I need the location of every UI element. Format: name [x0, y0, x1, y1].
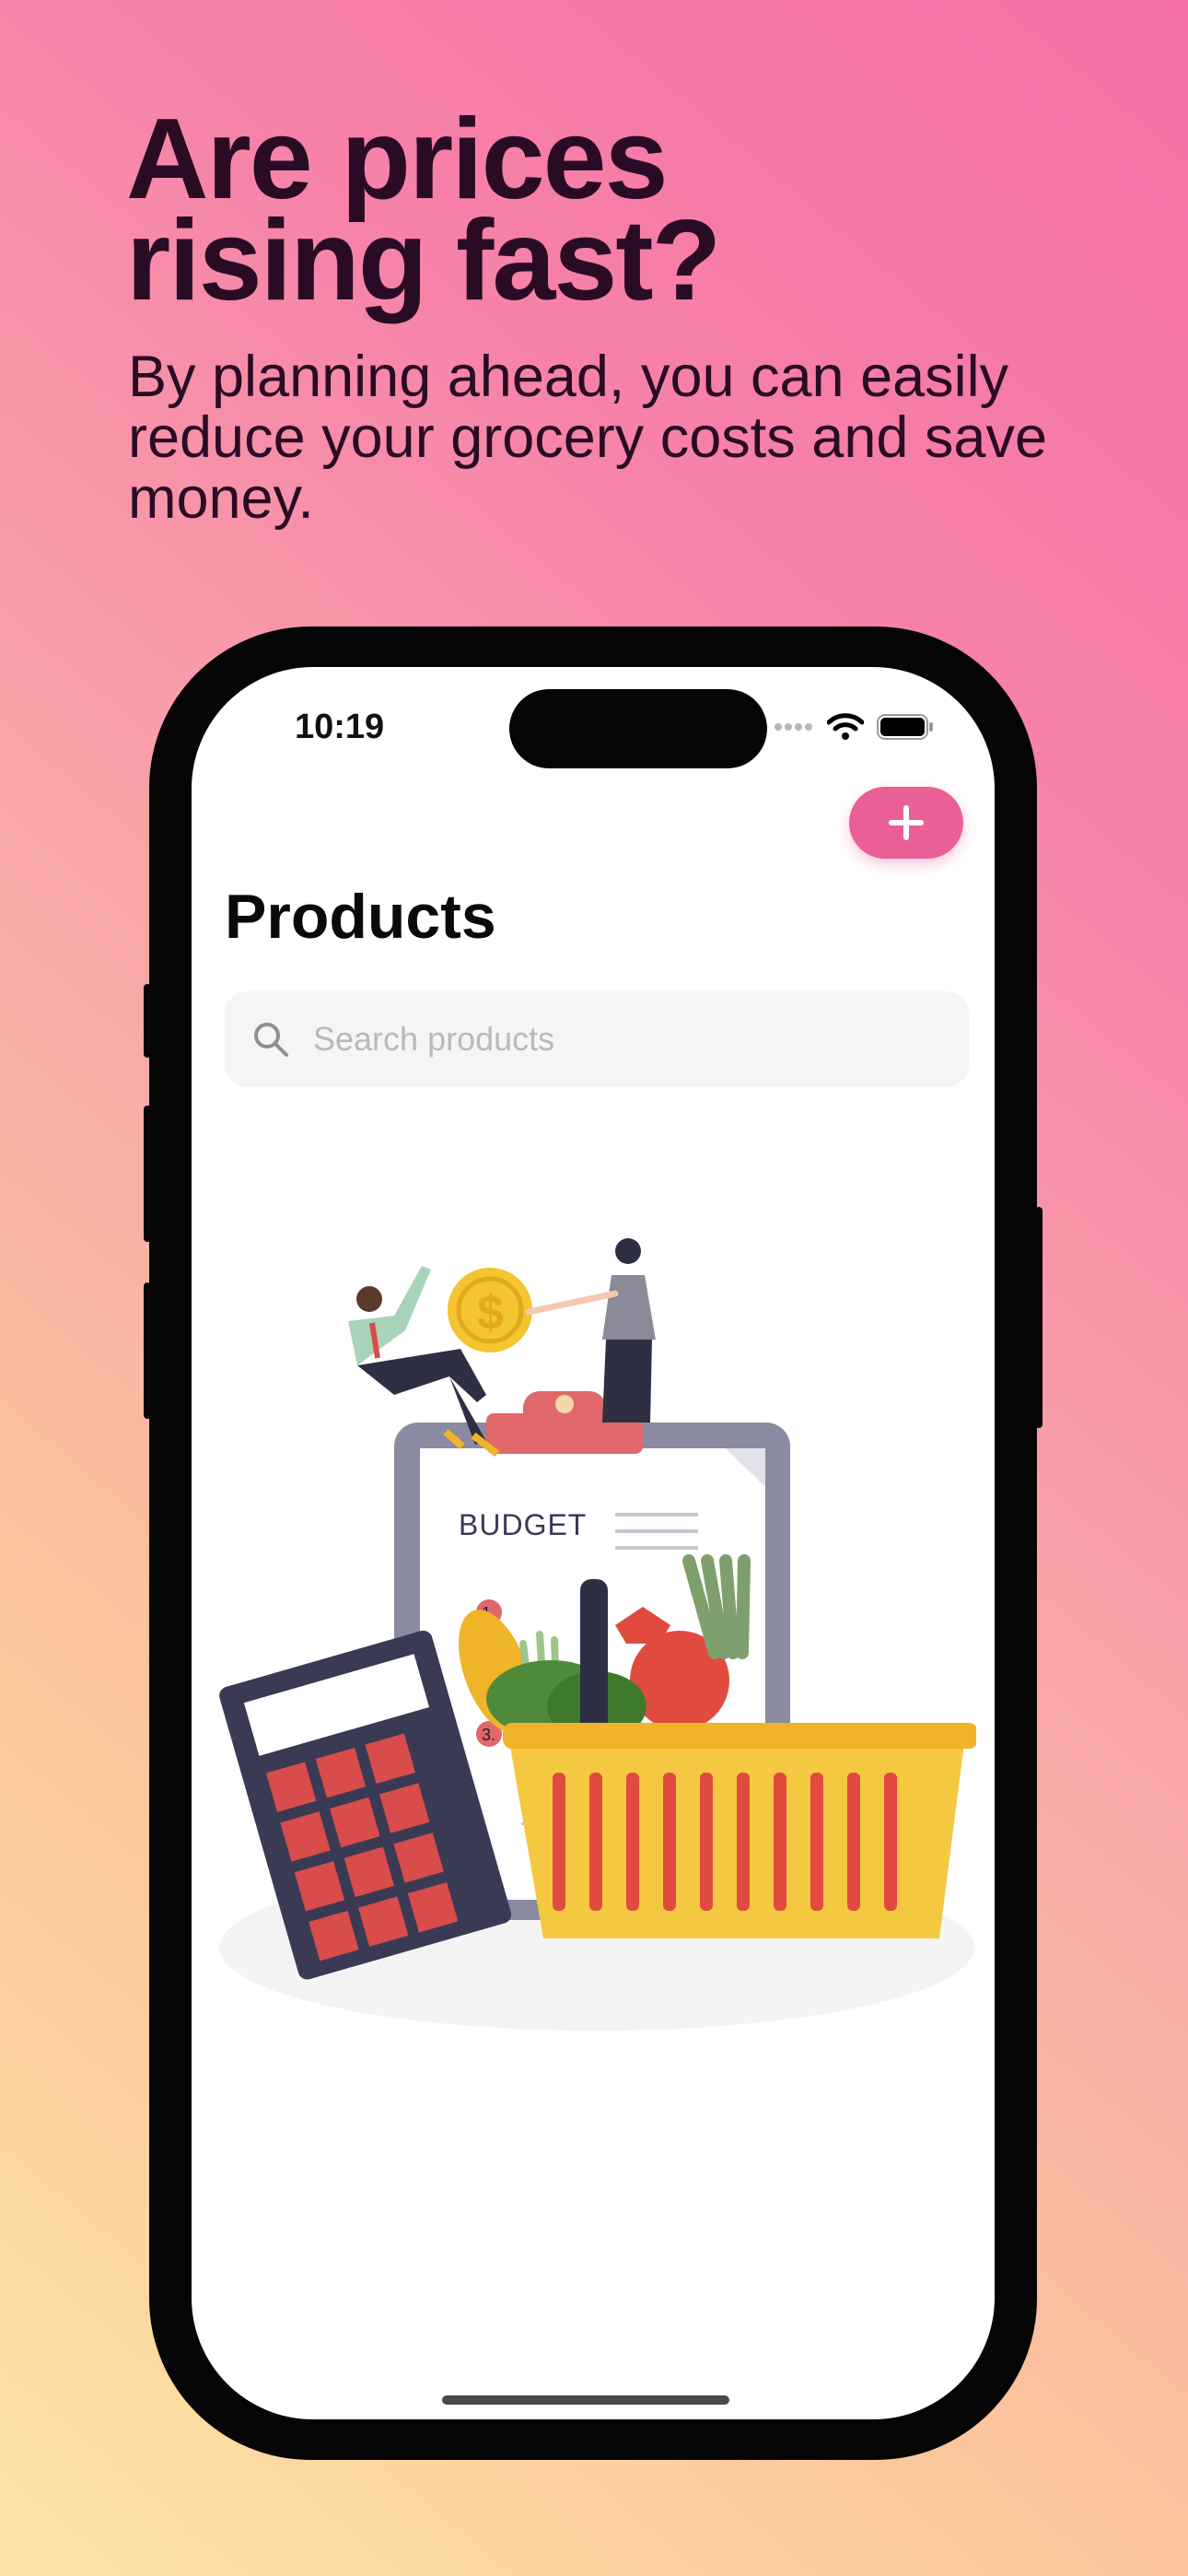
- volume-up-button: [144, 1106, 151, 1242]
- promo-subline: By planning ahead, you can easily reduce…: [128, 345, 1048, 531]
- status-time: 10:19: [295, 708, 385, 746]
- list-number-3: 3.: [482, 1726, 495, 1744]
- action-button: [144, 984, 151, 1058]
- volume-down-button: [144, 1282, 151, 1419]
- phone-screen: 10:19 Products Search products BUDGET 3.…: [192, 667, 995, 2419]
- page-title: Products: [225, 882, 496, 952]
- signal-icon: [775, 723, 812, 731]
- wifi-icon: [827, 713, 864, 740]
- budget-illustration: BUDGET 1. 2. 3. $: [219, 1238, 976, 2031]
- search-input[interactable]: [311, 1019, 941, 1060]
- search-icon: [254, 1023, 288, 1057]
- power-button: [1035, 1207, 1042, 1428]
- budget-label: BUDGET: [459, 1508, 587, 1541]
- dynamic-island: [509, 689, 767, 768]
- svg-text:$: $: [477, 1286, 504, 1340]
- plus-icon: [889, 805, 924, 840]
- home-indicator[interactable]: [442, 2395, 729, 2405]
- status-icons: [774, 713, 934, 741]
- battery-icon: [877, 714, 933, 740]
- add-product-button[interactable]: [849, 787, 963, 859]
- phone-frame: 10:19 Products Search products BUDGET 3.…: [144, 626, 1042, 2460]
- search-bar[interactable]: [225, 991, 969, 1087]
- promo-headline: Are prices rising fast?: [126, 96, 721, 324]
